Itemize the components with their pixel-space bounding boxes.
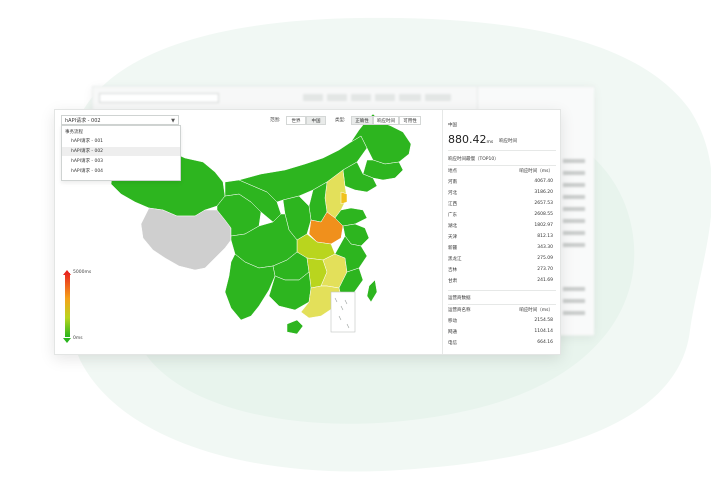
top10-row-value: 4067.40: [534, 179, 553, 184]
range-label: 范围:: [270, 118, 281, 123]
top10-title: 响应时间最慢（TOP10）: [448, 157, 499, 162]
legend-max-label: 5000ms: [73, 270, 92, 275]
top10-row-value: 3186.20: [534, 190, 553, 195]
top10-row-value: 241.69: [537, 278, 553, 283]
top10-row-value: 275.09: [537, 256, 553, 261]
dropdown-option[interactable]: hAPI请求 - 004: [62, 167, 180, 176]
top10-row-name: 甘肃: [448, 279, 457, 284]
isp-row-name: 网通: [448, 330, 457, 335]
top10-row-value: 2657.53: [534, 201, 553, 206]
region-tianjin: [340, 191, 348, 205]
isp-title: 运营商数据: [448, 296, 471, 301]
dropdown-option-selected[interactable]: hAPI请求 - 002: [62, 147, 180, 156]
dropdown-selected-value: hAPI请求 - 002: [65, 118, 101, 124]
legend-gradient: [65, 273, 70, 337]
isp-row-value: 664.16: [537, 340, 553, 345]
top10-row-name: 广东: [448, 213, 457, 218]
dropdown-option[interactable]: hAPI请求 - 003: [62, 157, 180, 166]
top10-row-name: 黑龙江: [448, 257, 462, 262]
monitor-window: 5000ms 0ms hAPI请求 - 002 ▼ 事务流程 hAPI请求 - …: [54, 109, 561, 355]
dropdown-option[interactable]: hAPI请求 - 001: [62, 137, 180, 146]
type-correctness-button[interactable]: 正确性: [351, 116, 373, 125]
type-label: 类型:: [335, 118, 346, 123]
range-world-button[interactable]: 世界: [286, 116, 306, 125]
response-time-caption: 响应时间: [499, 139, 517, 144]
top10-row-value: 812.13: [537, 234, 553, 239]
top10-row-name: 天津: [448, 235, 457, 240]
range-china-button[interactable]: 中国: [306, 116, 326, 125]
top10-row-name: 新疆: [448, 246, 457, 251]
top10-row-name: 吉林: [448, 268, 457, 273]
top10-row-name: 河南: [448, 180, 457, 185]
col-isp-header: 运营商名称: [448, 308, 471, 313]
isp-row-name: 移动: [448, 319, 457, 324]
south-sea-inset: [330, 291, 356, 333]
region-taiwan: [366, 279, 378, 303]
top10-row-name: 河北: [448, 191, 457, 196]
region-name: 中国: [448, 123, 457, 128]
top10-row-value: 1802.97: [534, 223, 553, 228]
top10-row-value: 2608.55: [534, 212, 553, 217]
col-time-header: 响应时间（ms）: [519, 169, 553, 174]
dropdown-group-label: 事务流程: [65, 130, 83, 135]
top10-row-value: 343.30: [537, 245, 553, 250]
dropdown-list: 事务流程 hAPI请求 - 001 hAPI请求 - 002 hAPI请求 - …: [61, 125, 181, 181]
type-availability-button[interactable]: 可用性: [399, 116, 421, 125]
isp-row-name: 电信: [448, 341, 457, 346]
response-time-value: 880.42ms: [448, 133, 494, 146]
region-hainan: [286, 319, 304, 335]
top10-row-name: 湖北: [448, 224, 457, 229]
isp-row-value: 1104.14: [534, 329, 553, 334]
transaction-dropdown[interactable]: hAPI请求 - 002 ▼: [61, 115, 179, 125]
stats-panel: 中国 880.42ms 响应时间 响应时间最慢（TOP10） 地点 响应时间（m…: [442, 110, 561, 354]
col-time-header: 响应时间（ms）: [519, 308, 553, 313]
col-region-header: 地点: [448, 169, 457, 174]
top10-row-name: 江西: [448, 202, 457, 207]
top10-row-value: 273.70: [537, 267, 553, 272]
legend-min-label: 0ms: [73, 336, 83, 341]
region-tibet: [140, 207, 232, 271]
isp-row-value: 2154.58: [534, 318, 553, 323]
type-response-time-button[interactable]: 响应时间: [373, 116, 399, 125]
